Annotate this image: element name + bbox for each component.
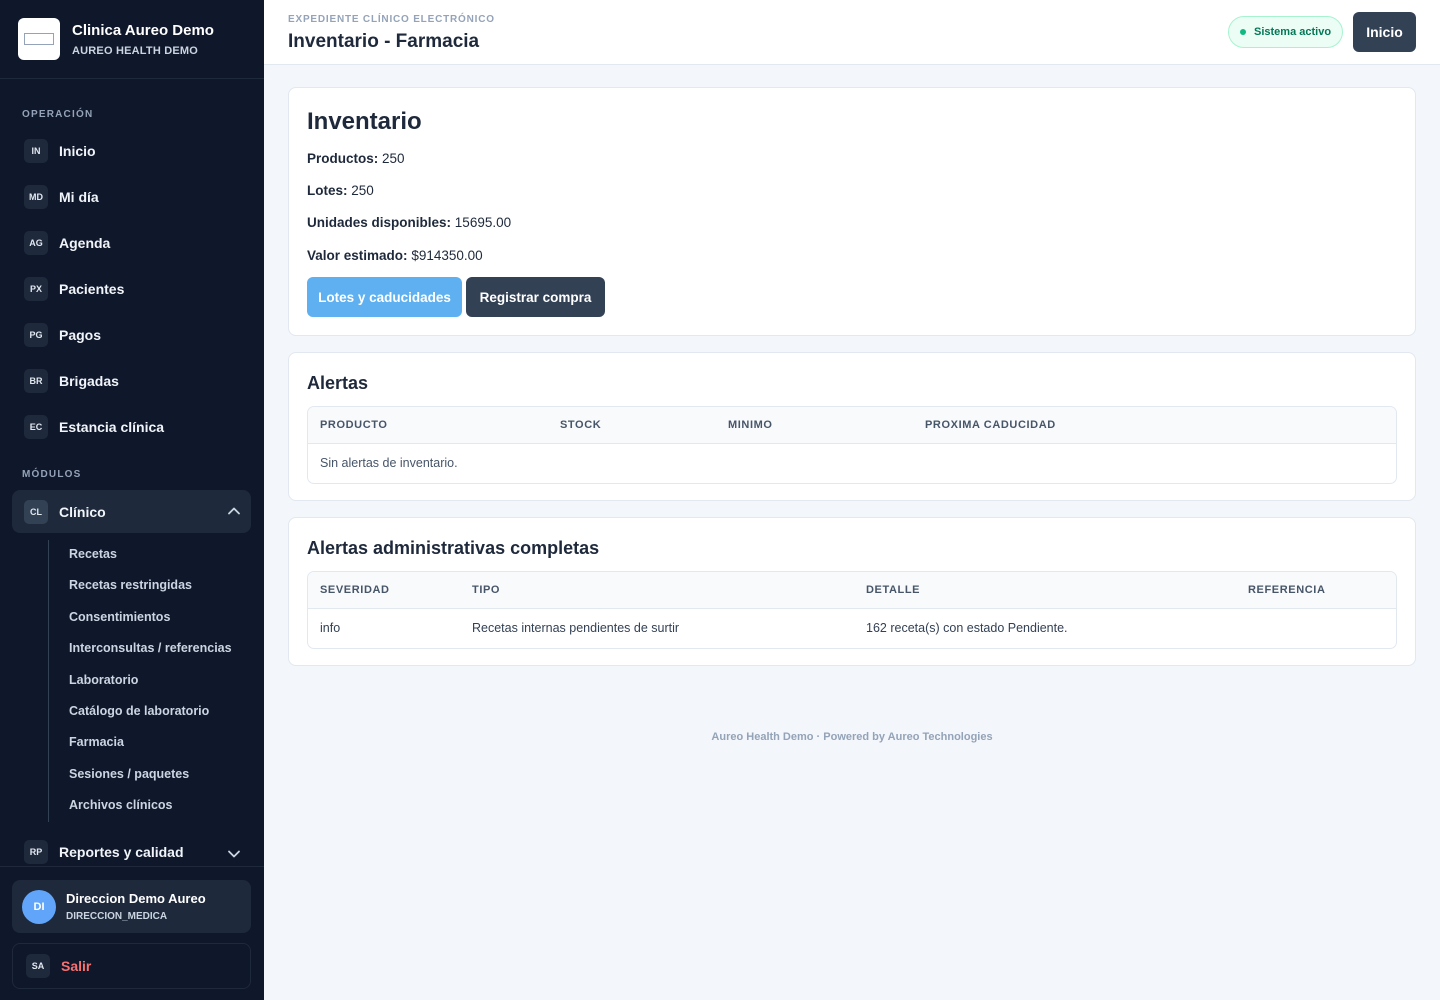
nav-badge-rp: RP	[24, 840, 48, 864]
user-name: Direccion Demo Aureo	[66, 891, 206, 906]
nav-badge-ec: EC	[24, 415, 48, 439]
sidebar-item-agenda[interactable]: AG Agenda	[12, 223, 251, 263]
brand-subtitle: AUREO HEALTH DEMO	[72, 44, 199, 57]
subnav-sesiones-paquetes[interactable]: Sesiones / paquetes	[69, 767, 189, 781]
brand-logo-icon	[18, 18, 60, 60]
subnav-archivos-clinicos[interactable]: Archivos clínicos	[69, 798, 173, 812]
subnav-laboratorio[interactable]: Laboratorio	[69, 673, 138, 687]
sidebar-item-label: Mi día	[59, 189, 99, 205]
nav-badge-br: BR	[24, 369, 48, 393]
home-button[interactable]: Inicio	[1353, 12, 1416, 52]
avatar: DI	[22, 889, 56, 924]
user-role: DIRECCION_MEDICA	[66, 911, 168, 922]
empty-message: Sin alertas de inventario.	[320, 456, 458, 470]
subnav-recetas-restringidas[interactable]: Recetas restringidas	[69, 578, 192, 592]
page-title: Inventario - Farmacia	[288, 31, 480, 52]
column-header[interactable]: PROXIMA CADUCIDAD	[925, 419, 1056, 431]
status-text: Sistema activo	[1254, 26, 1332, 38]
page-eyebrow: EXPEDIENTE CLÍNICO ELECTRÓNICO	[288, 14, 495, 25]
cell-severity: info	[320, 621, 341, 635]
stat-productos: Productos: 250	[307, 151, 405, 166]
sidebar-item-clinico[interactable]: CL Clínico	[12, 490, 251, 533]
brand-name: Clinica Aureo Demo	[72, 21, 214, 39]
subnav-recetas[interactable]: Recetas	[69, 547, 117, 561]
sidebar-footer: DI Direccion Demo Aureo DIRECCION_MEDICA…	[0, 866, 264, 1000]
clinical-subnav: Recetas Recetas restringidas Consentimie…	[48, 540, 232, 822]
sidebar-item-pagos[interactable]: PG Pagos	[12, 315, 251, 355]
column-header[interactable]: DETALLE	[866, 584, 920, 596]
nav-badge-md: MD	[24, 185, 48, 209]
column-header[interactable]: TIPO	[472, 584, 500, 596]
user-card[interactable]: DI Direccion Demo Aureo DIRECCION_MEDICA	[12, 880, 251, 933]
stat-label: Unidades disponibles:	[307, 215, 452, 230]
alerts-card: Alertas PRODUCTO STOCK MINIMO PROXIMA CA…	[288, 352, 1416, 501]
table-header: PRODUCTO STOCK MINIMO PROXIMA CADUCIDAD	[308, 407, 1396, 444]
stat-value: $914350.00	[411, 248, 483, 263]
nav-badge-px: PX	[24, 277, 48, 301]
stat-value: 250	[382, 151, 405, 166]
cell-detail: 162 receta(s) con estado Pendiente.	[866, 621, 1068, 635]
column-header[interactable]: PRODUCTO	[320, 419, 388, 431]
admin-alerts-card: Alertas administrativas completas SEVERI…	[288, 517, 1416, 666]
subnav-consentimientos[interactable]: Consentimientos	[69, 610, 170, 624]
sidebar-item-label: Reportes y calidad	[59, 844, 184, 860]
logout-label: Salir	[61, 958, 92, 974]
alerts-table: PRODUCTO STOCK MINIMO PROXIMA CADUCIDAD …	[307, 406, 1397, 484]
stat-value: 250	[351, 183, 374, 198]
stat-label: Valor estimado:	[307, 248, 408, 263]
sidebar-item-label: Brigadas	[59, 373, 119, 389]
inventory-card: Inventario Productos: 250 Lotes: 250 Uni…	[288, 87, 1416, 336]
stat-unidades: Unidades disponibles: 15695.00	[307, 215, 511, 230]
sidebar-item-brigadas[interactable]: BR Brigadas	[12, 361, 251, 401]
section-label-modules: MÓDULOS	[22, 469, 82, 480]
sidebar-item-estancia-clinica[interactable]: EC Estancia clínica	[12, 407, 251, 447]
stat-valor: Valor estimado: $914350.00	[307, 248, 483, 263]
brand[interactable]: Clinica Aureo Demo AUREO HEALTH DEMO	[0, 0, 264, 79]
stat-label: Productos:	[307, 151, 379, 166]
chevron-down-icon	[228, 850, 240, 858]
subnav-interconsultas[interactable]: Interconsultas / referencias	[69, 641, 232, 655]
admin-alerts-title: Alertas administrativas completas	[307, 538, 600, 558]
column-header[interactable]: SEVERIDAD	[320, 584, 390, 596]
subnav-catalogo-laboratorio[interactable]: Catálogo de laboratorio	[69, 704, 209, 718]
register-purchase-button[interactable]: Registrar compra	[466, 277, 605, 317]
sidebar-item-pacientes[interactable]: PX Pacientes	[12, 269, 251, 309]
lots-expiry-button[interactable]: Lotes y caducidades	[307, 277, 462, 317]
sidebar: Clinica Aureo Demo AUREO HEALTH DEMO OPE…	[0, 0, 264, 1000]
sidebar-item-label: Pagos	[59, 327, 102, 343]
sidebar-item-label: Pacientes	[59, 281, 125, 297]
table-row: Sin alertas de inventario.	[308, 444, 1396, 483]
topbar: EXPEDIENTE CLÍNICO ELECTRÓNICO Inventari…	[264, 0, 1440, 65]
sidebar-item-inicio[interactable]: IN Inicio	[12, 131, 251, 171]
nav-badge-ag: AG	[24, 231, 48, 255]
inventory-title: Inventario	[307, 108, 422, 135]
table-row[interactable]: info Recetas internas pendientes de surt…	[308, 609, 1396, 648]
sidebar-item-mi-dia[interactable]: MD Mi día	[12, 177, 251, 217]
section-label-operation: OPERACIÓN	[22, 109, 94, 120]
chevron-up-icon	[228, 507, 240, 515]
column-header[interactable]: STOCK	[560, 419, 601, 431]
nav-badge-pg: PG	[24, 323, 48, 347]
sidebar-item-label: Estancia clínica	[59, 419, 165, 435]
sidebar-item-label: Clínico	[59, 503, 106, 520]
nav-badge-sa: SA	[26, 954, 50, 978]
nav-badge-cl: CL	[24, 499, 48, 524]
alerts-title: Alertas	[307, 373, 369, 393]
stat-label: Lotes:	[307, 183, 348, 198]
stat-lotes: Lotes: 250	[307, 183, 374, 198]
sidebar-item-label: Agenda	[59, 235, 111, 251]
logout-button[interactable]: SA Salir	[12, 943, 251, 989]
table-header: SEVERIDAD TIPO DETALLE REFERENCIA	[308, 572, 1396, 609]
stat-value: 15695.00	[454, 215, 512, 230]
status-badge: Sistema activo	[1228, 16, 1343, 48]
status-dot-icon	[1240, 29, 1246, 35]
column-header[interactable]: MINIMO	[728, 419, 773, 431]
subnav-farmacia[interactable]: Farmacia	[69, 735, 124, 749]
page-footer: Aureo Health Demo · Powered by Aureo Tec…	[711, 731, 993, 743]
nav-badge-in: IN	[24, 139, 48, 163]
sidebar-item-label: Inicio	[59, 143, 96, 159]
admin-alerts-table: SEVERIDAD TIPO DETALLE REFERENCIA info R…	[307, 571, 1397, 649]
column-header[interactable]: REFERENCIA	[1248, 584, 1326, 596]
cell-type: Recetas internas pendientes de surtir	[472, 621, 680, 635]
